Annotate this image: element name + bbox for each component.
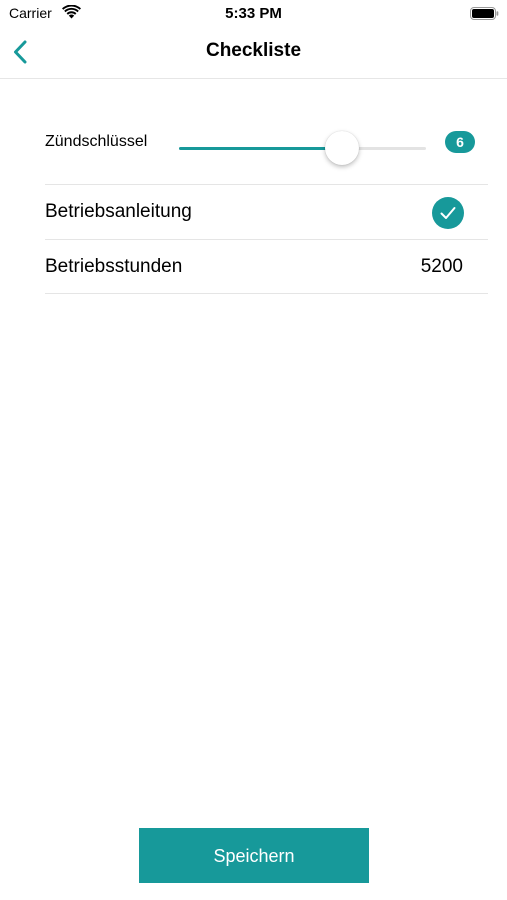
betriebsanleitung-row[interactable]: Betriebsanleitung (45, 185, 488, 240)
slider-fill (179, 147, 343, 150)
status-time: 5:33 PM (225, 5, 282, 22)
manual-label: Betriebsanleitung (45, 201, 192, 222)
hours-label: Betriebsstunden (45, 256, 183, 277)
page-title: Checkliste (205, 40, 302, 61)
check-icon (440, 207, 456, 219)
hours-value[interactable]: 5200 (421, 256, 463, 278)
slider-thumb[interactable] (325, 131, 360, 165)
checklist-screen: Carrier 5:33 PM Checkliste Zündschlüssel… (0, 0, 507, 900)
navigation-bar: Checkliste (0, 28, 507, 79)
status-bar: Carrier 5:33 PM (0, 0, 507, 28)
slider-label: Zündschlüssel (45, 133, 148, 150)
slider-value-badge: 6 (445, 131, 475, 153)
key-count-slider[interactable] (179, 131, 426, 165)
battery-full-icon (470, 7, 499, 20)
zuendschluessel-row: Zündschlüssel 6 (45, 100, 488, 185)
save-button[interactable]: Speichern (139, 828, 369, 883)
manual-checkbox[interactable] (432, 197, 464, 229)
betriebsstunden-row[interactable]: Betriebsstunden 5200 (45, 240, 488, 294)
